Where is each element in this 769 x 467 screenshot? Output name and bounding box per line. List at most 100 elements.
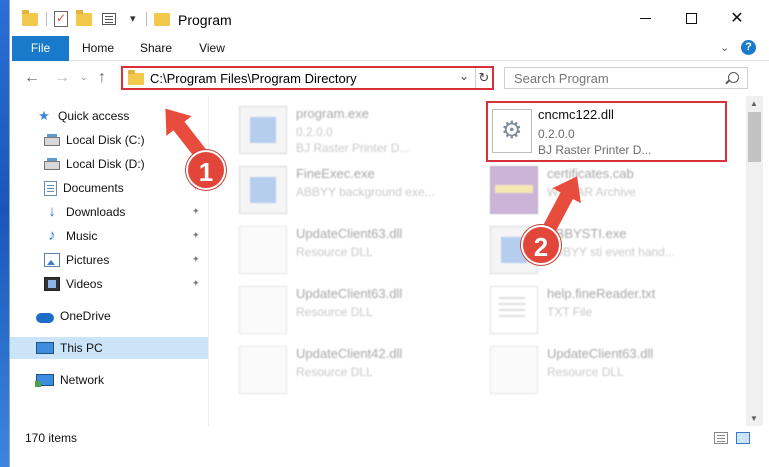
tab-home[interactable]: Home bbox=[72, 36, 124, 61]
tab-share[interactable]: Share bbox=[130, 36, 182, 61]
sidebar-item-label: Network bbox=[60, 373, 105, 387]
vertical-scrollbar[interactable]: ▲ ▼ bbox=[746, 96, 763, 426]
address-history-chevron-icon[interactable]: ⌄ bbox=[459, 69, 469, 83]
folder-icon bbox=[22, 10, 38, 26]
file-name: UpdateClient42.dll bbox=[296, 346, 403, 361]
sidebar-item-onedrive[interactable]: OneDrive bbox=[10, 305, 208, 327]
pin-icon[interactable]: ✦ bbox=[192, 230, 200, 241]
exe-icon bbox=[239, 106, 287, 154]
help-icon[interactable]: ? bbox=[741, 40, 756, 55]
properties-icon[interactable] bbox=[54, 11, 68, 27]
expand-ribbon-chevron-icon[interactable]: ⌄ bbox=[720, 41, 729, 54]
sidebar-item-label: Music bbox=[66, 229, 98, 243]
sidebar-item-label: This PC bbox=[60, 341, 103, 355]
sidebar-item-label: Downloads bbox=[66, 205, 126, 219]
file-name: cncmc122.dll bbox=[538, 107, 614, 122]
search-icon[interactable] bbox=[728, 72, 739, 83]
pin-icon[interactable]: ✦ bbox=[192, 254, 200, 265]
sidebar-item-videos[interactable]: Videos ✦ bbox=[10, 273, 208, 295]
sidebar-item-network[interactable]: Network bbox=[10, 369, 208, 391]
new-folder-icon[interactable] bbox=[76, 10, 92, 26]
search-input[interactable]: Search Program bbox=[504, 67, 748, 89]
file-name: program.exe bbox=[296, 106, 369, 121]
file-explorer-window: ▾ Program ✕ File Home Share View ⌄ ? ← →… bbox=[9, 0, 769, 467]
file-description: Resource DLL bbox=[296, 305, 373, 319]
ribbon-tabs: File Home Share View ⌄ ? bbox=[10, 36, 769, 61]
file-item-selected[interactable]: cncmc122.dll 0.2.0.0 BJ Raster Printer D… bbox=[486, 101, 727, 162]
dll-icon bbox=[239, 286, 287, 334]
file-item[interactable]: UpdateClient42.dll Resource DLL bbox=[239, 342, 485, 398]
file-list: program.exe 0.2.0.0 BJ Raster Printer D.… bbox=[209, 96, 746, 426]
sidebar-item-pictures[interactable]: Pictures ✦ bbox=[10, 249, 208, 271]
up-arrow-icon[interactable]: ↑ bbox=[98, 69, 106, 87]
scroll-thumb[interactable] bbox=[748, 112, 761, 162]
dll-icon bbox=[492, 109, 532, 153]
address-path[interactable]: C:\Program Files\Program Directory bbox=[150, 71, 357, 86]
cab-icon bbox=[490, 166, 538, 214]
sidebar-item-this-pc[interactable]: This PC bbox=[10, 337, 208, 359]
annotation-badge-2: 2 bbox=[521, 225, 561, 265]
file-description: Resource DLL bbox=[296, 365, 373, 379]
navigation-pane: ★ Quick access Local Disk (C:) Local Dis… bbox=[10, 96, 208, 426]
file-description: Resource DLL bbox=[547, 365, 624, 379]
customize-toolbar-chevron-icon[interactable]: ▾ bbox=[130, 12, 136, 25]
file-item[interactable]: help.fineReader.txt TXT File bbox=[490, 282, 736, 338]
drive-icon bbox=[44, 158, 60, 170]
file-item[interactable]: UpdateClient63.dll Resource DLL bbox=[239, 282, 485, 338]
exe-icon bbox=[239, 166, 287, 214]
forward-arrow-icon[interactable]: → bbox=[54, 69, 70, 87]
back-arrow-icon[interactable]: ← bbox=[24, 69, 40, 87]
file-name: UpdateClient63.dll bbox=[547, 346, 654, 361]
file-description: BJ Raster Printer D... bbox=[296, 141, 410, 155]
view-icon[interactable] bbox=[102, 13, 116, 25]
details-view-icon[interactable] bbox=[714, 432, 728, 444]
file-description: ABBYY background exe... bbox=[296, 185, 435, 199]
sidebar-item-label: Documents bbox=[63, 181, 124, 195]
tab-view[interactable]: View bbox=[188, 36, 236, 61]
title-folder-icon bbox=[154, 13, 170, 26]
file-version: 0.2.0.0 bbox=[538, 127, 575, 141]
documents-icon bbox=[44, 180, 57, 196]
downloads-icon: ↓ bbox=[48, 203, 56, 220]
dll-icon bbox=[239, 226, 287, 274]
file-item[interactable]: FineExec.exe ABBYY background exe... bbox=[239, 162, 485, 218]
maximize-button[interactable] bbox=[668, 0, 714, 36]
file-description: ABBYY sti event hand... bbox=[547, 245, 675, 259]
address-bar[interactable]: C:\Program Files\Program Directory ⌄ ↻ bbox=[121, 66, 494, 90]
minimize-button[interactable] bbox=[622, 0, 668, 36]
close-icon: ✕ bbox=[730, 10, 744, 27]
refresh-icon[interactable]: ↻ bbox=[475, 68, 492, 88]
drive-icon bbox=[44, 134, 60, 146]
sidebar-item-documents[interactable]: Documents ✦ bbox=[10, 177, 208, 199]
search-placeholder: Search Program bbox=[514, 71, 609, 86]
this-pc-icon bbox=[36, 342, 54, 354]
pin-icon[interactable]: ✦ bbox=[192, 206, 200, 217]
file-item[interactable]: UpdateClient63.dll Resource DLL bbox=[490, 342, 736, 398]
sidebar-item-downloads[interactable]: ↓ Downloads ✦ bbox=[10, 201, 208, 223]
divider bbox=[46, 12, 47, 26]
sidebar-item-local-disk-d[interactable]: Local Disk (D:) bbox=[10, 153, 208, 175]
scroll-up-icon[interactable]: ▲ bbox=[750, 99, 758, 108]
recent-locations-chevron-icon[interactable]: ⌄ bbox=[80, 72, 88, 83]
sidebar-item-label: Quick access bbox=[58, 109, 130, 123]
file-item[interactable]: certificates.cab WinRAR Archive bbox=[490, 162, 736, 218]
pin-icon[interactable]: ✦ bbox=[192, 278, 200, 289]
onedrive-icon bbox=[36, 312, 54, 323]
navigation-bar: ← → ⌄ ↑ C:\Program Files\Program Directo… bbox=[10, 62, 769, 95]
videos-icon bbox=[44, 277, 60, 291]
file-description: Resource DLL bbox=[296, 245, 373, 259]
large-icons-view-icon[interactable] bbox=[736, 432, 750, 444]
pictures-icon bbox=[44, 253, 60, 267]
close-button[interactable]: ✕ bbox=[714, 0, 760, 36]
file-version: 0.2.0.0 bbox=[296, 125, 333, 139]
file-item[interactable]: UpdateClient63.dll Resource DLL bbox=[239, 222, 485, 278]
window-title: Program bbox=[178, 12, 232, 28]
tab-file[interactable]: File bbox=[12, 36, 69, 61]
sidebar-item-label: OneDrive bbox=[60, 309, 111, 323]
scroll-down-icon[interactable]: ▼ bbox=[750, 414, 758, 423]
file-item[interactable]: program.exe 0.2.0.0 BJ Raster Printer D.… bbox=[239, 102, 485, 158]
file-description: TXT File bbox=[547, 305, 593, 319]
file-name: UpdateClient63.dll bbox=[296, 226, 403, 241]
file-name: FineExec.exe bbox=[296, 166, 375, 181]
sidebar-item-music[interactable]: ♪ Music ✦ bbox=[10, 225, 208, 247]
